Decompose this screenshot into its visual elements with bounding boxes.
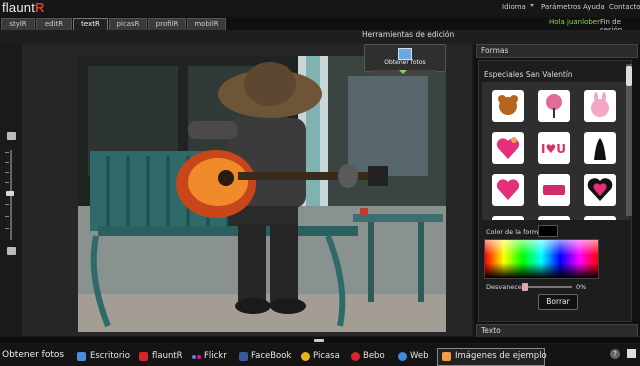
tab-textr[interactable]: textR <box>73 18 108 30</box>
i-love-u-shape[interactable]: I♥U <box>538 132 570 164</box>
ribbon-heart-shape[interactable] <box>538 174 570 206</box>
contact-menu[interactable]: Contacto <box>609 3 640 11</box>
slider-tick <box>5 216 9 217</box>
shape-color-swatch[interactable] <box>538 225 558 237</box>
flauntr-icon <box>139 352 148 361</box>
tree-heart-shape[interactable] <box>538 90 570 122</box>
help-icon[interactable]: ? <box>610 349 620 359</box>
facebook-icon <box>239 352 248 361</box>
black-heart-shape[interactable] <box>584 174 616 206</box>
tab-editr[interactable]: editR <box>36 18 72 30</box>
color-spectrum-picker[interactable] <box>484 239 599 279</box>
bunny-heart-shape[interactable] <box>584 90 616 122</box>
app-logo[interactable]: flauntR <box>2 0 45 15</box>
obtain-photos-label: Obtener fotos <box>384 59 426 66</box>
sample-images-icon <box>442 352 451 361</box>
tab-mobilr[interactable]: mobilR <box>187 18 226 30</box>
right-panel: Formas Especiales San Valentín I♥U Color… <box>474 44 640 338</box>
source-bebo[interactable]: Bebo <box>363 351 385 361</box>
scrollbar-thumb[interactable] <box>626 66 632 86</box>
editor-header <box>0 30 640 44</box>
logo-text: flaunt <box>2 0 36 15</box>
source-desktop[interactable]: Escritorio <box>90 351 130 361</box>
heart-shape[interactable] <box>584 216 616 220</box>
heart-shape[interactable] <box>492 174 524 206</box>
slider-tick <box>5 152 9 153</box>
slider-tick <box>5 162 9 163</box>
resize-handle[interactable] <box>314 339 324 342</box>
tab-picasr[interactable]: picasR <box>109 18 147 30</box>
help-menu[interactable]: Ayuda <box>583 3 605 11</box>
fade-value: 0% <box>576 283 587 291</box>
obtain-photos-tab[interactable]: Obtener fotos <box>2 350 64 360</box>
zoom-slider-handle[interactable] <box>6 191 14 196</box>
bebo-icon <box>351 352 360 361</box>
picasa-icon <box>301 352 310 361</box>
user-icon[interactable] <box>7 247 16 255</box>
svg-text:I♥U: I♥U <box>541 142 566 156</box>
tab-strip: stylR editR textR picasR profilR mobilR <box>0 17 640 30</box>
language-menu[interactable]: Idioma <box>502 3 526 11</box>
shapes-category: Especiales San Valentín <box>484 70 573 79</box>
source-flauntr[interactable]: flauntR <box>152 351 183 361</box>
source-sample-images[interactable]: Imágenes de ejemplo <box>455 351 547 361</box>
shape-color-label: Color de la forma <box>486 228 543 236</box>
flickr-icon <box>192 355 196 359</box>
web-icon <box>398 352 407 361</box>
user-greeting[interactable]: Hola juanlober <box>549 18 600 26</box>
chevron-down-icon <box>530 4 534 7</box>
source-web[interactable]: Web <box>410 351 429 361</box>
edited-photo[interactable] <box>78 56 446 332</box>
tab-profilr[interactable]: profilR <box>148 18 186 30</box>
slider-tick <box>5 172 9 173</box>
shapes-grid: I♥U <box>482 82 630 220</box>
zoom-panel <box>0 44 22 336</box>
couple-silhouette-shape[interactable] <box>584 132 616 164</box>
user-icon[interactable] <box>7 132 16 140</box>
source-picasa[interactable]: Picasa <box>313 351 340 361</box>
source-flickr[interactable]: Flickr <box>204 351 227 361</box>
heart-shape[interactable] <box>538 216 570 220</box>
photo-guitarist-image <box>78 56 446 332</box>
slider-tick <box>5 182 9 183</box>
chevron-down-icon <box>399 70 407 74</box>
heart-shape[interactable] <box>492 216 524 220</box>
slider-tick <box>5 228 9 229</box>
desktop-icon <box>77 352 86 361</box>
source-facebook[interactable]: FaceBook <box>251 351 291 361</box>
tools-title: Herramientas de edición <box>362 30 455 39</box>
slider-tick <box>5 204 9 205</box>
fade-slider[interactable] <box>522 283 572 291</box>
fade-slider-handle[interactable] <box>522 283 528 291</box>
expand-icon[interactable] <box>627 349 636 358</box>
fade-label: Desvanecer <box>486 283 525 291</box>
logo-accent: R <box>35 0 45 15</box>
shapes-panel-header[interactable]: Formas <box>476 44 638 58</box>
flickr-icon-dot <box>197 355 201 359</box>
tab-stylr[interactable]: stylR <box>1 18 35 30</box>
obtain-photos-button[interactable]: Obtener fotos <box>364 44 446 72</box>
shapes-scrollbar[interactable] <box>626 64 632 216</box>
bear-shape[interactable] <box>492 90 524 122</box>
erase-button[interactable]: Borrar <box>538 294 578 310</box>
parameters-menu[interactable]: Parámetros <box>541 3 581 11</box>
cupid-heart-shape[interactable] <box>492 132 524 164</box>
text-panel-header[interactable]: Texto <box>476 324 638 338</box>
